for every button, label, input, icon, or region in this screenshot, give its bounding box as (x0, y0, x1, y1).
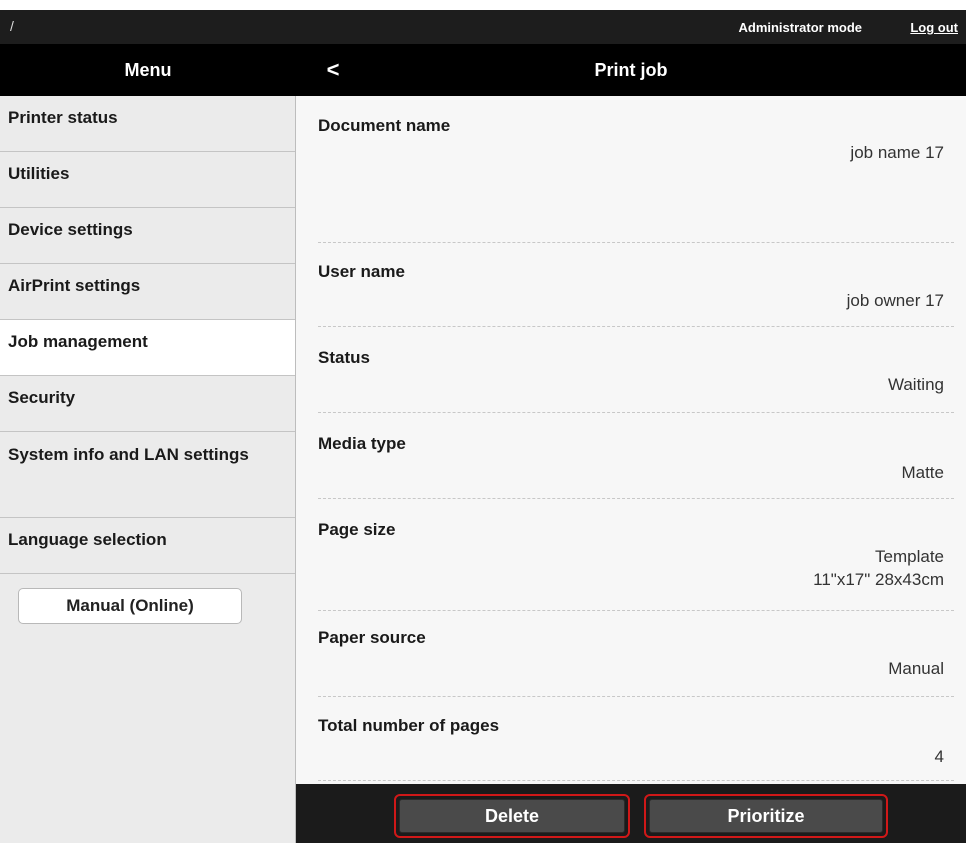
field-label: Page size (318, 520, 396, 539)
page-size-value: Template (875, 547, 944, 566)
field-status: Status Waiting (318, 348, 954, 394)
job-details: Document name job name 17 User name job … (296, 96, 966, 784)
manual-online-button[interactable]: Manual (Online) (18, 588, 242, 624)
field-value: Waiting (887, 375, 944, 394)
chevron-left-icon: < (326, 57, 340, 82)
divider (318, 242, 954, 243)
field-label: Media type (318, 434, 406, 453)
divider (318, 696, 954, 697)
divider (318, 412, 954, 413)
field-user-name: User name job owner 17 (318, 262, 954, 310)
field-value: job owner 17 (846, 291, 944, 310)
back-button[interactable]: < (318, 54, 348, 86)
prioritize-button[interactable]: Prioritize (649, 799, 883, 833)
field-value: Template 11"x17" 28x43cm (813, 546, 944, 592)
path-indicator: / (10, 18, 14, 34)
sidebar-item-system-info[interactable]: System info and LAN settings (0, 432, 295, 518)
page-title: Print job (296, 44, 966, 96)
field-label: Status (318, 348, 370, 367)
field-media-type: Media type Matte (318, 434, 954, 482)
top-bar: / Administrator mode Log out (0, 10, 966, 44)
sidebar-item-language-selection[interactable]: Language selection (0, 518, 295, 574)
delete-button-highlight: Delete (394, 794, 630, 838)
field-label: Document name (318, 116, 451, 135)
sidebar-item-utilities[interactable]: Utilities (0, 152, 295, 208)
field-value: Matte (901, 463, 944, 482)
page-size-dimensions: 11"x17" 28x43cm (813, 569, 944, 589)
field-value: 4 (934, 747, 944, 766)
divider (318, 326, 954, 327)
logout-link[interactable]: Log out (910, 20, 958, 35)
field-value: Manual (888, 659, 944, 678)
sidebar-item-security[interactable]: Security (0, 376, 295, 432)
delete-button[interactable]: Delete (399, 799, 625, 833)
divider (318, 498, 954, 499)
sidebar-item-job-management[interactable]: Job management (0, 320, 295, 376)
divider (318, 780, 954, 781)
field-label: Total number of pages (318, 716, 500, 735)
sidebar-item-device-settings[interactable]: Device settings (0, 208, 295, 264)
field-label: User name (318, 262, 405, 281)
menu-header: Menu (0, 44, 296, 96)
field-page-size: Page size Template 11"x17" 28x43cm (318, 520, 954, 589)
field-value: job name 17 (850, 143, 944, 162)
action-bar: Delete Prioritize (296, 784, 966, 843)
field-total-pages: Total number of pages 4 (318, 716, 954, 766)
sidebar-item-printer-status[interactable]: Printer status (0, 96, 295, 152)
field-label: Paper source (318, 628, 426, 647)
divider (318, 610, 954, 611)
prioritize-button-highlight: Prioritize (644, 794, 888, 838)
administrator-mode-label: Administrator mode (738, 20, 862, 35)
field-document-name: Document name job name 17 (318, 116, 954, 162)
sidebar-menu: Printer status Utilities Device settings… (0, 96, 296, 843)
sidebar-item-airprint-settings[interactable]: AirPrint settings (0, 264, 295, 320)
field-paper-source: Paper source Manual (318, 628, 954, 678)
